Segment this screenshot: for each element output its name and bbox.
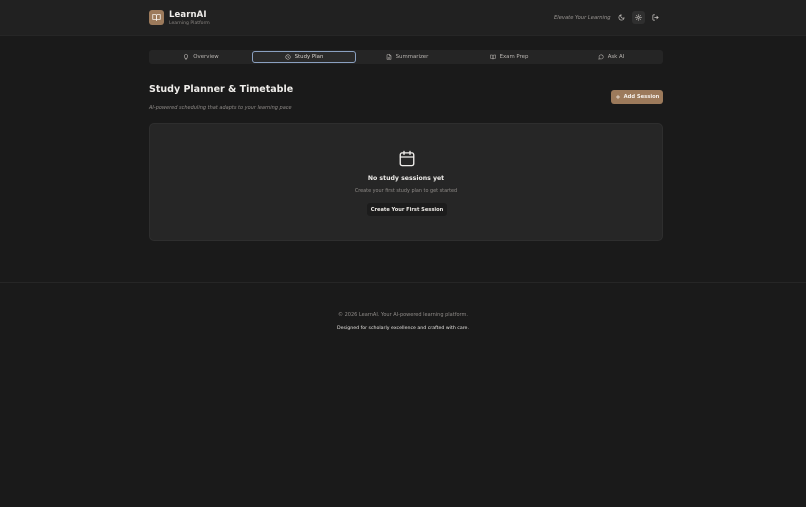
settings-button[interactable]: [632, 11, 645, 24]
book-open-icon: [489, 54, 496, 60]
empty-state-title: No study sessions yet: [367, 175, 445, 182]
add-session-button[interactable]: Add Session: [611, 90, 663, 104]
footer-tagline: Designed for scholarly excellence and cr…: [337, 326, 469, 331]
brand-title: LearnAI: [169, 10, 207, 20]
gear-icon: [635, 14, 642, 21]
lightbulb-icon: [184, 54, 189, 60]
empty-state-card: No study sessions yet Create your first …: [149, 123, 663, 241]
theme-toggle-button[interactable]: [615, 11, 628, 24]
header-tagline: Elevate Your Learning: [554, 15, 611, 21]
book-open-icon: [152, 14, 161, 21]
brand-subtitle: Learning Platform: [169, 21, 210, 26]
add-session-label: Add Session: [623, 94, 660, 100]
tab-study-plan[interactable]: Study Plan: [252, 51, 356, 63]
brand-logo[interactable]: [149, 10, 164, 25]
app-header: LearnAI Learning Platform Elevate Your L…: [0, 0, 806, 36]
tab-label: Exam Prep: [499, 54, 529, 60]
tab-label: Summarizer: [395, 54, 429, 60]
create-first-session-button[interactable]: Create Your First Session: [367, 203, 447, 216]
page-footer: © 2026 LearnAI. Your AI-powered learning…: [0, 282, 806, 507]
footer-copyright: © 2026 LearnAI. Your AI-powered learning…: [338, 312, 468, 318]
tab-ask-ai[interactable]: Ask AI: [560, 51, 662, 63]
page-subtitle: AI-powered scheduling that adapts to you…: [149, 105, 292, 111]
document-icon: [386, 54, 391, 60]
clock-icon: [285, 54, 291, 60]
moon-icon: [618, 14, 625, 21]
tab-label: Ask AI: [607, 54, 625, 60]
tab-overview[interactable]: Overview: [150, 51, 252, 63]
tab-label: Study Plan: [294, 54, 324, 60]
empty-state-subtitle: Create your first study plan to get star…: [354, 188, 458, 194]
page-title: Study Planner & Timetable: [149, 84, 294, 95]
chat-bubble-icon: [598, 54, 604, 60]
logout-button[interactable]: [649, 11, 662, 24]
calendar-icon: [399, 150, 415, 167]
tab-bar: Overview Study Plan Summarizer Exam Prep…: [149, 50, 663, 64]
logout-icon: [652, 14, 659, 21]
plus-icon: [615, 94, 620, 100]
tab-exam-prep[interactable]: Exam Prep: [458, 51, 560, 63]
tab-label: Overview: [193, 54, 219, 60]
tab-summarizer[interactable]: Summarizer: [356, 51, 458, 63]
